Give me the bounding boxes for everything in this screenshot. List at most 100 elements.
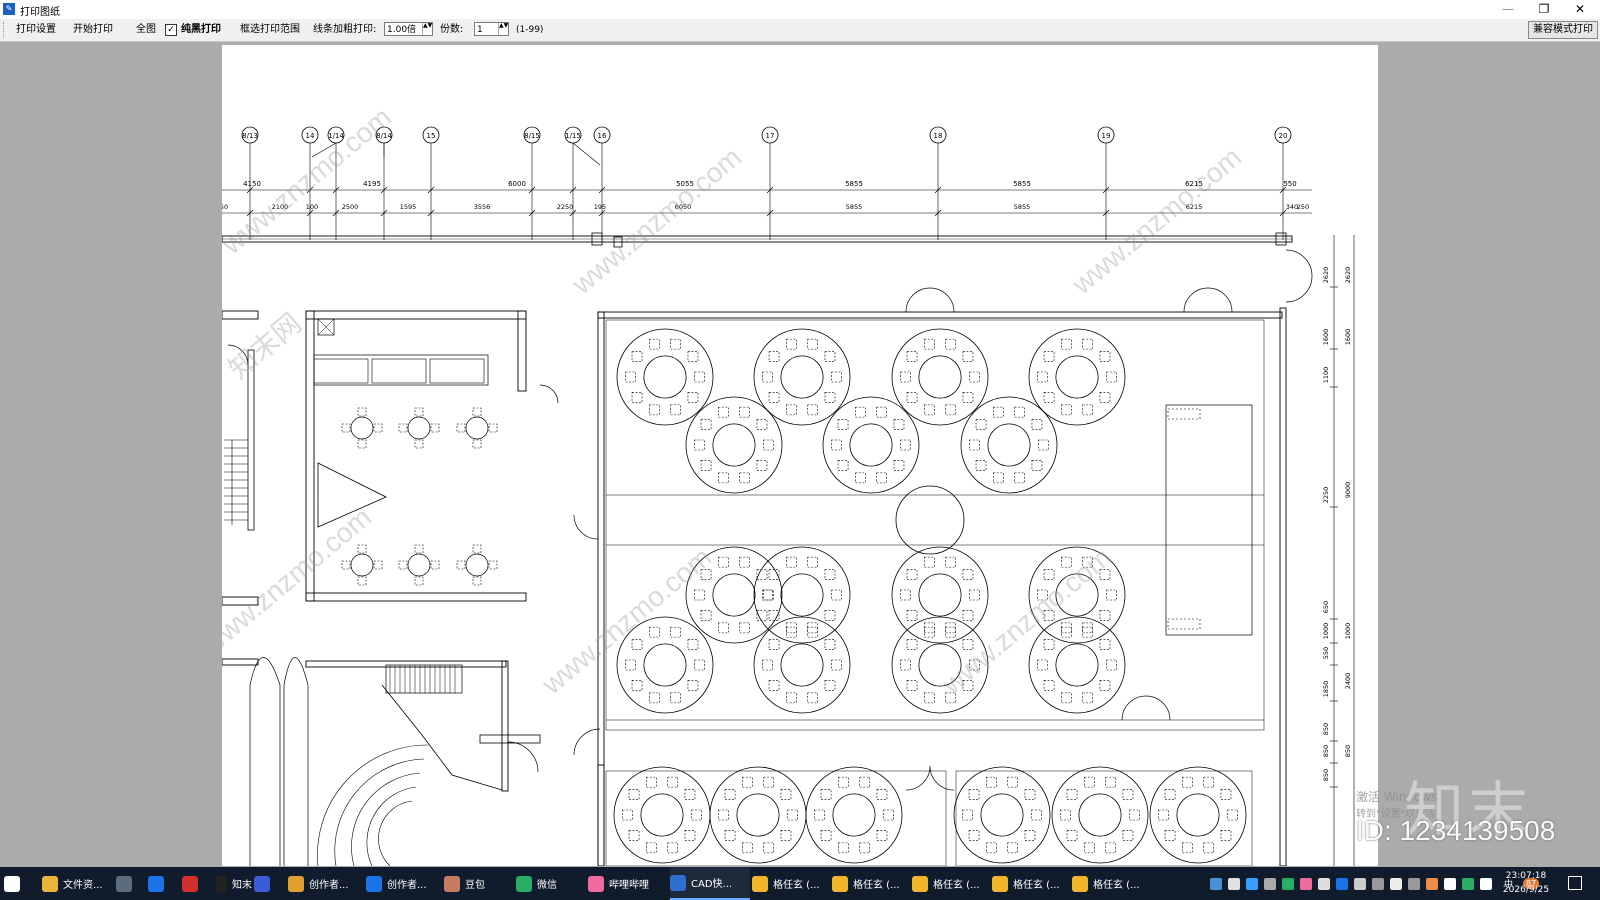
tiered-seating-arc <box>334 758 425 866</box>
chair <box>924 556 935 568</box>
tray-icon[interactable] <box>1444 877 1456 890</box>
taskbar-item[interactable]: 豆包 <box>444 867 514 900</box>
chair <box>838 776 849 788</box>
tray-icon[interactable] <box>1282 877 1294 890</box>
minimize-button[interactable]: — <box>1490 0 1526 19</box>
chair <box>1061 556 1072 568</box>
taskbar-item-label: 创作者... <box>309 880 349 891</box>
copies-input[interactable]: 1 ▲▼ <box>474 22 509 36</box>
taskbar-item[interactable] <box>254 867 286 900</box>
system-clock[interactable]: 23:07:18 2026/9/25 <box>1491 869 1561 897</box>
chair <box>786 692 797 704</box>
tray-icon[interactable] <box>1264 877 1276 890</box>
chair <box>739 556 750 568</box>
chair <box>687 392 699 403</box>
line-thicken-input[interactable]: 1.00倍 ▲▼ <box>384 22 433 36</box>
gerenxuan-icon <box>912 875 928 892</box>
taskbar-item[interactable]: 哔哩哔哩 <box>588 867 668 900</box>
spin-arrows-icon[interactable]: ▲▼ <box>498 23 508 35</box>
chair <box>786 338 797 350</box>
chair <box>876 830 888 841</box>
dimension-text: 5855 <box>846 203 863 211</box>
grid-axis-label: 19 <box>1102 132 1111 140</box>
interior-wall <box>597 764 605 866</box>
tray-icon[interactable] <box>1318 877 1330 890</box>
compat-mode-print-button[interactable]: 兼容模式打印 <box>1528 21 1598 39</box>
chrome-icon <box>288 875 304 892</box>
taskbar-item[interactable] <box>4 867 40 900</box>
taskbar-item[interactable]: 知末 <box>216 867 252 900</box>
taskbar-item[interactable]: 格任玄 (... <box>752 867 830 900</box>
pure-black-label[interactable]: 纯黑打印 <box>181 23 221 37</box>
taskbar-item[interactable]: 文件资... <box>42 867 114 900</box>
taskbar-item[interactable]: CAD快... <box>670 867 750 900</box>
chair <box>1082 622 1093 634</box>
chair <box>969 439 980 451</box>
taskbar-item[interactable]: 格任玄 (... <box>992 867 1070 900</box>
chair <box>859 776 870 788</box>
counter <box>313 354 489 386</box>
taskbar-item[interactable]: 格任玄 (... <box>912 867 990 900</box>
taskbar-item[interactable] <box>182 867 214 900</box>
taskbar-item[interactable] <box>148 867 180 900</box>
taskbar-item[interactable]: 创作者... <box>366 867 442 900</box>
tray-icon[interactable] <box>1426 877 1438 890</box>
chair <box>824 351 836 362</box>
tray-icon[interactable] <box>1336 877 1348 890</box>
round-table-inner <box>980 793 1024 837</box>
spin-arrows-icon[interactable]: ▲▼ <box>422 23 432 35</box>
taskbar-item[interactable]: 微信 <box>516 867 586 900</box>
chair <box>962 351 974 362</box>
round-table-inner <box>643 355 687 399</box>
tray-icon[interactable] <box>1246 877 1258 890</box>
print-settings-button[interactable]: 打印设置 <box>16 23 56 37</box>
chair <box>762 659 773 671</box>
chair <box>945 692 956 704</box>
chair <box>855 406 866 418</box>
taskbar-item[interactable] <box>116 867 146 900</box>
print-preview-paper[interactable]: 8/13 14 1/14 8/14 15 8/15 1/15 16 17 18 19 20 4150 41… <box>222 45 1378 866</box>
chair <box>1099 569 1111 580</box>
close-button[interactable]: ✕ <box>1562 0 1598 19</box>
windows-start-icon <box>4 875 20 892</box>
chair <box>742 842 753 854</box>
dimension-text: 1000 <box>1344 623 1352 640</box>
door-swing <box>905 287 955 313</box>
tray-icon[interactable] <box>1228 877 1240 890</box>
tray-icon[interactable] <box>1300 877 1312 890</box>
dimension-text: 100 <box>306 203 318 211</box>
tray-icon[interactable] <box>1390 877 1402 890</box>
cad-fast-icon <box>670 874 686 891</box>
dimension-text: 2500 <box>342 203 359 211</box>
tray-icon[interactable] <box>1372 877 1384 890</box>
taskbar-item[interactable]: 格任玄 (... <box>832 867 910 900</box>
line-thicken-label: 线条加粗打印: <box>313 24 377 35</box>
chair <box>807 626 818 638</box>
full-view-button[interactable]: 全图 <box>136 23 156 37</box>
chair <box>876 406 887 418</box>
tray-icon[interactable] <box>1354 877 1366 890</box>
tray-icon[interactable] <box>1210 877 1222 890</box>
chair <box>906 392 918 403</box>
chair <box>1082 626 1093 638</box>
chair <box>820 789 832 800</box>
tray-icon[interactable] <box>1408 877 1420 890</box>
taskbar-item[interactable]: 格任玄 (... <box>1072 867 1150 900</box>
start-print-button[interactable]: 开始打印 <box>73 23 113 37</box>
gerenxuan-icon <box>752 875 768 892</box>
toolbar-grip[interactable] <box>3 22 7 38</box>
chair <box>1082 338 1093 350</box>
chair <box>670 692 681 704</box>
chair <box>807 404 818 416</box>
notification-center-icon[interactable] <box>1568 876 1582 890</box>
chair <box>649 404 660 416</box>
interior-wall <box>305 310 315 602</box>
chair <box>1038 439 1049 451</box>
system-tray: 中 87 <box>1210 867 1540 900</box>
taskbar-item[interactable]: 创作者... <box>288 867 364 900</box>
restore-button[interactable]: ❐ <box>1526 0 1562 19</box>
pure-black-checkbox[interactable]: ✓ <box>165 24 177 36</box>
small-table <box>465 553 489 577</box>
tray-icon[interactable] <box>1462 877 1474 890</box>
select-range-button[interactable]: 框选打印范围 <box>240 23 300 37</box>
